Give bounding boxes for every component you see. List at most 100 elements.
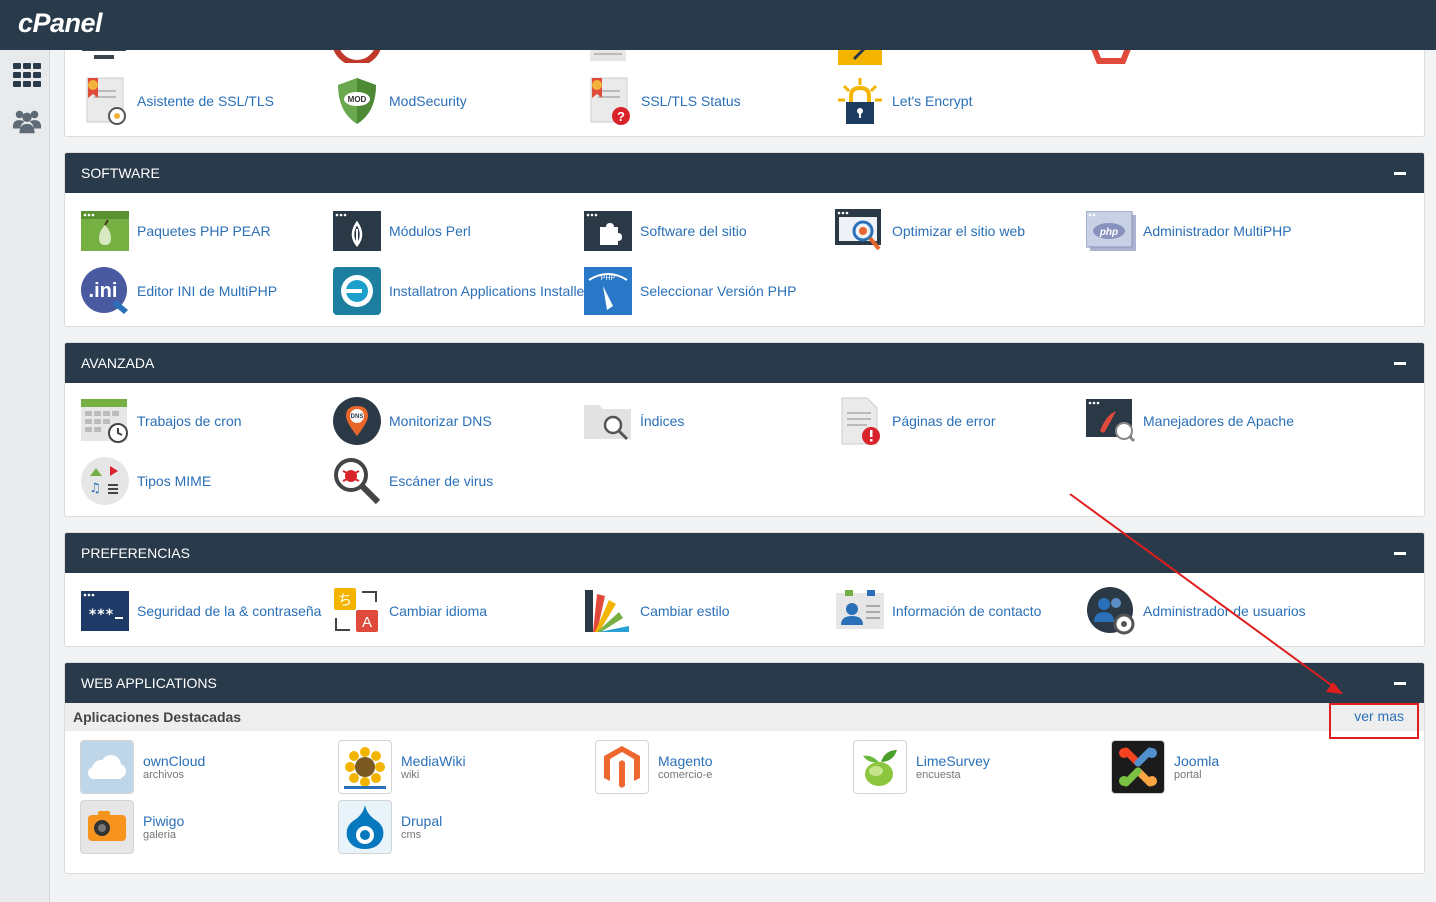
panel-title: PREFERENCIAS <box>81 545 190 561</box>
software-item-ini-editor[interactable]: .ini Editor INI de MultiPHP <box>80 263 277 319</box>
svg-text:.ini: .ini <box>89 280 118 302</box>
app-category: cms <box>401 829 422 841</box>
webapps-panel-header[interactable]: WEB APPLICATIONS <box>65 663 1424 703</box>
software-item-optimize[interactable]: Optimizar el sitio web <box>835 203 1025 259</box>
software-item-label: Optimizar el sitio web <box>892 223 1026 239</box>
software-item-perl[interactable]: Módulos Perl <box>332 203 471 259</box>
security-item-label: SSL/TLS Status <box>641 93 741 109</box>
app-category: comercio-e <box>658 769 713 781</box>
svg-text:?: ? <box>617 109 625 124</box>
panel-title: AVANZADA <box>81 355 155 371</box>
svg-text:♫: ♫ <box>89 481 101 496</box>
user-manager-icon <box>1086 586 1136 636</box>
advanced-item-error-pages[interactable]: Páginas de error <box>835 393 996 449</box>
advanced-panel: AVANZADA Trabajos de cron DNS Monitoriza… <box>64 342 1425 517</box>
panel-title: WEB APPLICATIONS <box>81 675 217 691</box>
software-item-label: Seleccionar Versión PHP <box>640 283 797 299</box>
app-name: MediaWiki <box>401 753 466 769</box>
advanced-item-apache-handlers[interactable]: Manejadores de Apache <box>1086 393 1294 449</box>
security-item-label: Let's Encrypt <box>892 93 973 109</box>
preferences-item-label: Cambiar estilo <box>640 603 730 619</box>
software-panel: SOFTWARE Paquetes PHP PEAR Módulos Perl … <box>64 152 1425 327</box>
advanced-item-cron[interactable]: Trabajos de cron <box>80 393 242 449</box>
mime-types-icon: ♫ <box>80 456 130 506</box>
collapse-icon[interactable] <box>1394 362 1406 365</box>
app-drupal[interactable]: Drupal cms <box>338 799 442 855</box>
panel-title: SOFTWARE <box>81 165 160 181</box>
installatron-icon <box>332 266 382 316</box>
site-software-icon <box>583 206 633 256</box>
collapse-icon[interactable] <box>1394 682 1406 685</box>
app-owncloud[interactable]: ownCloud archivos <box>80 739 205 795</box>
svg-text:PHP: PHP <box>601 275 616 282</box>
app-piwigo[interactable]: Piwigo galeria <box>80 799 184 855</box>
preferences-item-language[interactable]: ちA Cambiar idioma <box>332 583 487 639</box>
advanced-item-indexes[interactable]: Índices <box>583 393 684 449</box>
mediawiki-icon <box>338 740 392 794</box>
ssl-wizard-icon <box>80 76 130 126</box>
preferences-item-password[interactable]: *** Seguridad de la & contraseña <box>80 583 321 639</box>
security-item-modsecurity[interactable]: MOD ModSecurity <box>332 73 467 129</box>
advanced-item-virus-scanner[interactable]: Escáner de virus <box>332 453 493 509</box>
advanced-item-mime[interactable]: ♫ Tipos MIME <box>80 453 211 509</box>
software-item-label: Software del sitio <box>640 223 747 239</box>
collapse-icon[interactable] <box>1394 172 1406 175</box>
security-item-ssl-status[interactable]: ? SSL/TLS Status <box>584 73 741 129</box>
joomla-icon <box>1111 740 1165 794</box>
php-pear-icon <box>80 206 130 256</box>
app-category: archivos <box>143 769 184 781</box>
software-item-label: Administrador MultiPHP <box>1143 223 1292 239</box>
preferences-item-contact[interactable]: Información de contacto <box>835 583 1041 639</box>
app-magento[interactable]: Magento comercio-e <box>595 739 712 795</box>
featured-apps-bar: Aplicaciones Destacadas ver mas <box>65 703 1424 731</box>
software-item-multiphp[interactable]: php Administrador MultiPHP <box>1086 203 1292 259</box>
svg-text:ち: ち <box>338 593 352 609</box>
app-mediawiki[interactable]: MediaWiki wiki <box>338 739 466 795</box>
svg-text:DNS: DNS <box>351 414 364 420</box>
app-category: encuesta <box>916 769 961 781</box>
software-item-php-version[interactable]: PHP Seleccionar Versión PHP <box>583 263 796 319</box>
software-item-php-pear[interactable]: Paquetes PHP PEAR <box>80 203 271 259</box>
ini-editor-icon: .ini <box>80 266 130 316</box>
app-name: LimeSurvey <box>916 753 990 769</box>
preferences-item-label: Administrador de usuarios <box>1143 603 1306 619</box>
indexes-icon <box>583 396 633 446</box>
cpanel-logo[interactable]: cPanel <box>18 8 103 39</box>
preferences-panel: PREFERENCIAS *** Seguridad de la & contr… <box>64 532 1425 647</box>
preferences-panel-header[interactable]: PREFERENCIAS <box>65 533 1424 573</box>
software-panel-header[interactable]: SOFTWARE <box>65 153 1424 193</box>
svg-text:php: php <box>1099 227 1118 238</box>
users-icon[interactable] <box>12 106 42 136</box>
advanced-item-label: Manejadores de Apache <box>1143 413 1294 429</box>
apache-handlers-icon <box>1086 396 1136 446</box>
cron-jobs-icon <box>80 396 130 446</box>
software-item-site-software[interactable]: Software del sitio <box>583 203 747 259</box>
grid-icon[interactable] <box>12 60 42 90</box>
preferences-item-user-manager[interactable]: Administrador de usuarios <box>1086 583 1306 639</box>
svg-text:A: A <box>362 614 372 631</box>
app-category: portal <box>1174 769 1202 781</box>
piwigo-icon <box>80 800 134 854</box>
virus-scanner-icon <box>332 456 382 506</box>
app-limesurvey[interactable]: LimeSurvey encuesta <box>853 739 990 795</box>
style-icon <box>583 586 633 636</box>
php-version-icon: PHP <box>583 266 633 316</box>
owncloud-icon <box>80 740 134 794</box>
security-item-ssl-wizard[interactable]: Asistente de SSL/TLS <box>80 73 274 129</box>
ssl-status-icon: ? <box>584 76 634 126</box>
featured-apps-title: Aplicaciones Destacadas <box>73 709 242 725</box>
advanced-item-label: Índices <box>640 413 685 429</box>
software-item-installatron[interactable]: Installatron Applications Installer <box>332 263 589 319</box>
app-joomla[interactable]: Joomla portal <box>1111 739 1219 795</box>
drupal-icon <box>338 800 392 854</box>
preferences-item-style[interactable]: Cambiar estilo <box>583 583 729 639</box>
advanced-item-label: Escáner de virus <box>389 473 494 489</box>
software-item-label: Installatron Applications Installer <box>389 283 589 299</box>
collapse-icon[interactable] <box>1394 552 1406 555</box>
perl-modules-icon <box>332 206 382 256</box>
security-item-lets-encrypt[interactable]: Let's Encrypt <box>835 73 973 129</box>
top-bar: cPanel <box>0 0 1436 50</box>
software-item-label: Módulos Perl <box>389 223 471 239</box>
advanced-item-dns-monitor[interactable]: DNS Monitorizar DNS <box>332 393 492 449</box>
advanced-panel-header[interactable]: AVANZADA <box>65 343 1424 383</box>
